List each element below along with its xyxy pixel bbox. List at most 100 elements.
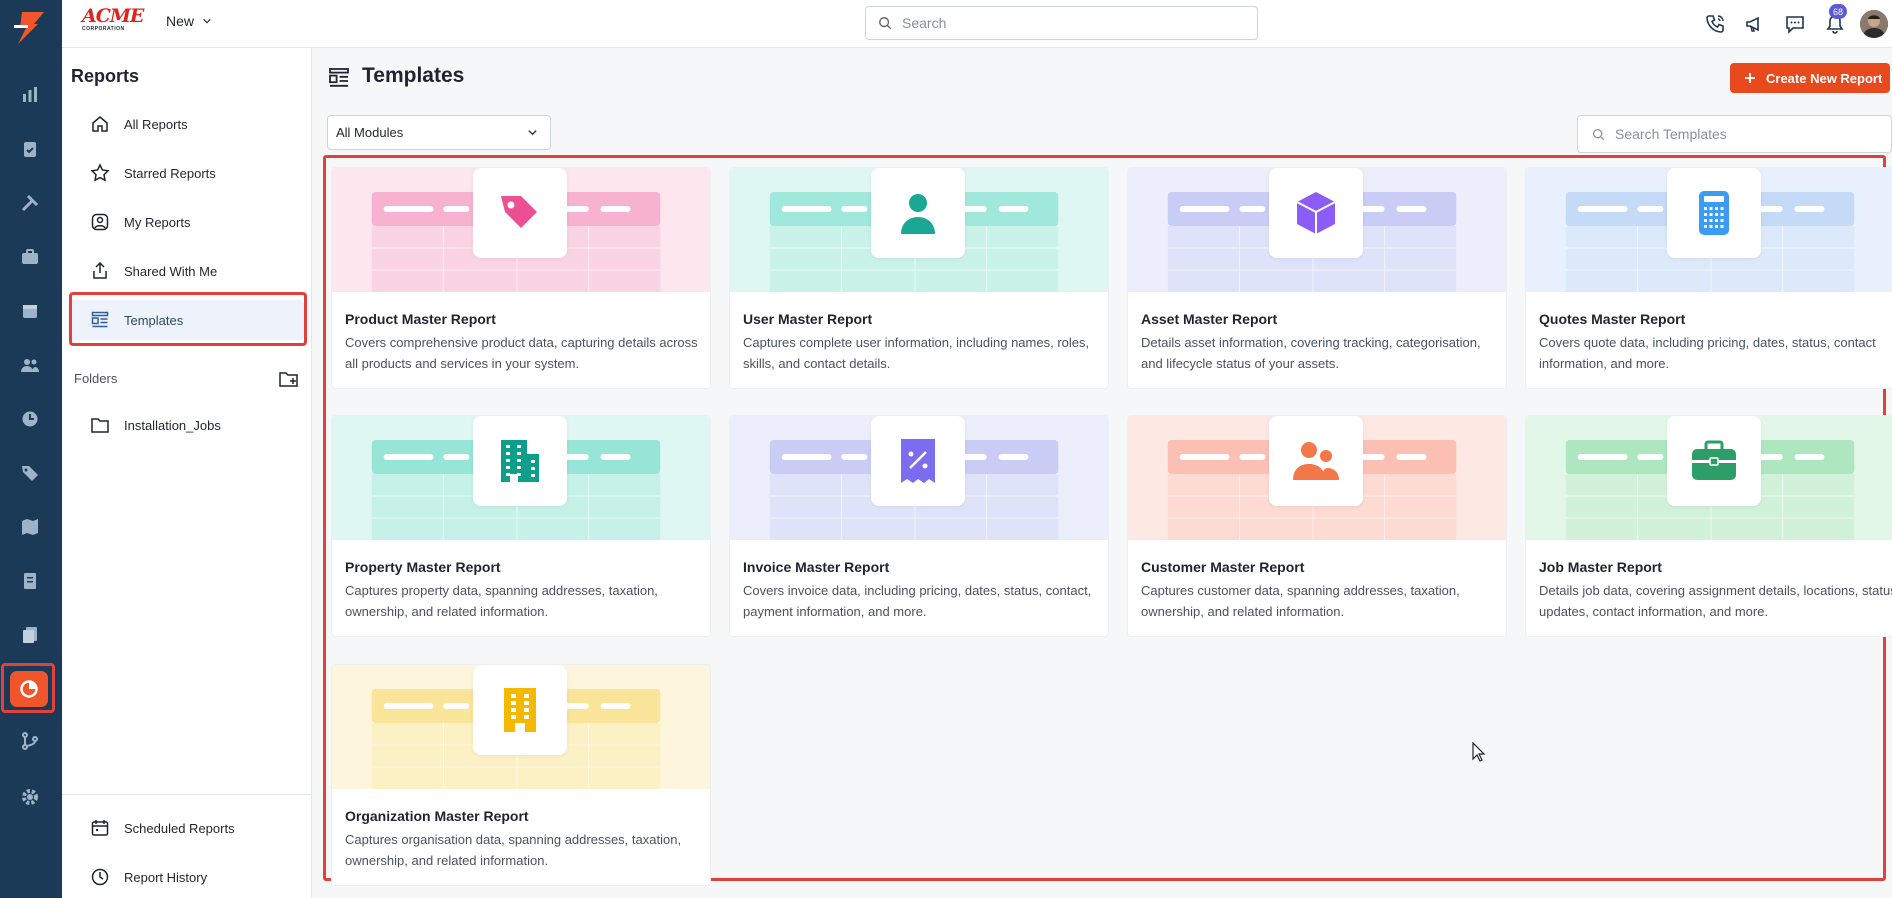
app-rail xyxy=(0,0,62,898)
sidebar-divider xyxy=(62,794,311,795)
office-icon xyxy=(504,688,536,732)
reports-rail-icon[interactable] xyxy=(10,671,48,707)
card-icon-tile xyxy=(871,168,965,258)
template-title: Customer Master Report xyxy=(1141,559,1305,575)
template-title: Job Master Report xyxy=(1539,559,1662,575)
workflow-icon[interactable] xyxy=(17,728,43,754)
brand-logo[interactable]: ACME CORPORATION xyxy=(82,7,146,37)
template-search[interactable] xyxy=(1577,115,1892,153)
template-card[interactable]: Quotes Master Report Covers quote data, … xyxy=(1525,167,1892,389)
template-card[interactable]: User Master Report Captures complete use… xyxy=(729,167,1109,389)
sidebar-item-label: Shared With Me xyxy=(124,263,218,279)
card-icon-tile xyxy=(473,168,567,258)
global-search[interactable] xyxy=(865,6,1258,40)
template-card[interactable]: Job Master Report Details job data, cove… xyxy=(1525,415,1892,637)
settings-icon[interactable] xyxy=(17,784,43,810)
calendar-icon xyxy=(91,820,109,836)
template-description: Captures property data, spanning address… xyxy=(345,583,658,619)
sidebar-item-my-reports[interactable]: My Reports xyxy=(68,202,304,242)
map-icon[interactable] xyxy=(17,514,43,540)
sidebar-item-report-history[interactable]: Report History xyxy=(68,857,304,897)
tasks-icon[interactable] xyxy=(17,136,43,162)
folder-icon xyxy=(91,418,109,433)
template-description: Captures customer data, spanning address… xyxy=(1141,583,1460,619)
clock-icon[interactable] xyxy=(17,406,43,432)
card-icon-tile xyxy=(1269,416,1363,506)
card-icon-tile xyxy=(473,416,567,506)
new-label: New xyxy=(166,13,195,29)
building-icon xyxy=(501,440,539,482)
module-filter-value: All Modules xyxy=(336,125,404,140)
card-icon-tile xyxy=(1269,168,1363,258)
contacts-icon[interactable] xyxy=(17,352,43,378)
dashboard-icon[interactable] xyxy=(17,82,43,108)
template-search-input[interactable] xyxy=(1615,126,1865,142)
search-icon xyxy=(879,17,892,30)
jobs-icon[interactable] xyxy=(17,244,43,270)
template-card[interactable]: Customer Master Report Captures customer… xyxy=(1127,415,1507,637)
sidebar-item-scheduled-reports[interactable]: Scheduled Reports xyxy=(68,808,304,848)
sidebar-item-label: All Reports xyxy=(124,116,188,132)
template-title: Asset Master Report xyxy=(1141,311,1278,327)
template-card[interactable]: Organization Master Report Captures orga… xyxy=(331,664,711,886)
invoice-rail-icon[interactable] xyxy=(17,568,43,594)
templates-title-icon xyxy=(329,68,349,87)
folder-item-label: Installation_Jobs xyxy=(124,417,221,433)
reports-sidebar: Reports All Reports Starred Reports My R… xyxy=(62,48,312,898)
megaphone-icon[interactable] xyxy=(1742,11,1768,37)
sidebar-item-label: My Reports xyxy=(124,214,191,230)
template-description: Details asset information, covering trac… xyxy=(1141,335,1481,371)
template-card[interactable]: Property Master Report Captures property… xyxy=(331,415,711,637)
template-card[interactable]: Product Master Report Covers comprehensi… xyxy=(331,167,711,389)
sidebar-item-shared-with-me[interactable]: Shared With Me xyxy=(68,251,304,291)
add-folder-icon[interactable] xyxy=(278,368,300,390)
home-icon xyxy=(92,116,108,132)
template-description: Covers comprehensive product data, captu… xyxy=(345,335,698,371)
briefcase-icon xyxy=(1692,440,1736,480)
notification-count-badge: 68 xyxy=(1829,4,1847,19)
template-description: Covers invoice data, including pricing, … xyxy=(743,583,1092,619)
chat-icon[interactable] xyxy=(1782,11,1808,37)
user-icon xyxy=(901,194,935,234)
sidebar-title: Reports xyxy=(71,66,140,86)
app-logo-icon[interactable] xyxy=(8,6,52,50)
sidebar-item-all-reports[interactable]: All Reports xyxy=(68,104,304,144)
history-icon xyxy=(91,868,109,886)
page-title: Templates xyxy=(362,64,465,87)
cube-icon xyxy=(1296,192,1336,234)
templates-highlight xyxy=(69,292,307,346)
template-card[interactable]: Asset Master Report Details asset inform… xyxy=(1127,167,1507,389)
star-icon xyxy=(90,163,110,182)
tag-rail-icon[interactable] xyxy=(17,460,43,486)
create-new-report-button[interactable]: Create New Report xyxy=(1730,63,1890,93)
template-title: User Master Report xyxy=(743,311,873,327)
calendar-rail-icon[interactable] xyxy=(17,298,43,324)
sidebar-item-label: Scheduled Reports xyxy=(124,820,235,836)
search-input[interactable] xyxy=(902,15,1202,31)
chevron-down-icon xyxy=(203,18,211,24)
card-icon-tile xyxy=(1667,416,1761,506)
template-description: Captures complete user information, incl… xyxy=(743,335,1090,371)
plus-icon xyxy=(1745,73,1755,83)
phone-icon[interactable] xyxy=(1702,11,1728,37)
receipt-percent-icon xyxy=(901,439,935,483)
card-icon-tile xyxy=(473,665,567,755)
create-new-report-label: Create New Report xyxy=(1766,70,1883,86)
template-card[interactable]: Invoice Master Report Covers invoice dat… xyxy=(729,415,1109,637)
folders-heading: Folders xyxy=(74,371,118,386)
template-title: Organization Master Report xyxy=(345,808,529,824)
template-title: Invoice Master Report xyxy=(743,559,890,575)
share-icon xyxy=(93,261,107,279)
search-icon xyxy=(1592,128,1605,140)
documents-icon[interactable] xyxy=(17,622,43,648)
sidebar-item-starred-reports[interactable]: Starred Reports xyxy=(68,153,304,193)
sidebar-item-label: Report History xyxy=(124,869,208,885)
template-description: Details job data, covering assignment de… xyxy=(1539,583,1892,619)
module-filter-select[interactable]: All Modules xyxy=(327,115,551,150)
user-circle-icon xyxy=(91,213,109,231)
new-dropdown-button[interactable]: New xyxy=(166,13,212,29)
tools-icon[interactable] xyxy=(17,190,43,216)
avatar[interactable] xyxy=(1860,10,1888,38)
folder-item-installation-jobs[interactable]: Installation_Jobs xyxy=(68,405,304,445)
users-icon xyxy=(1293,442,1339,480)
